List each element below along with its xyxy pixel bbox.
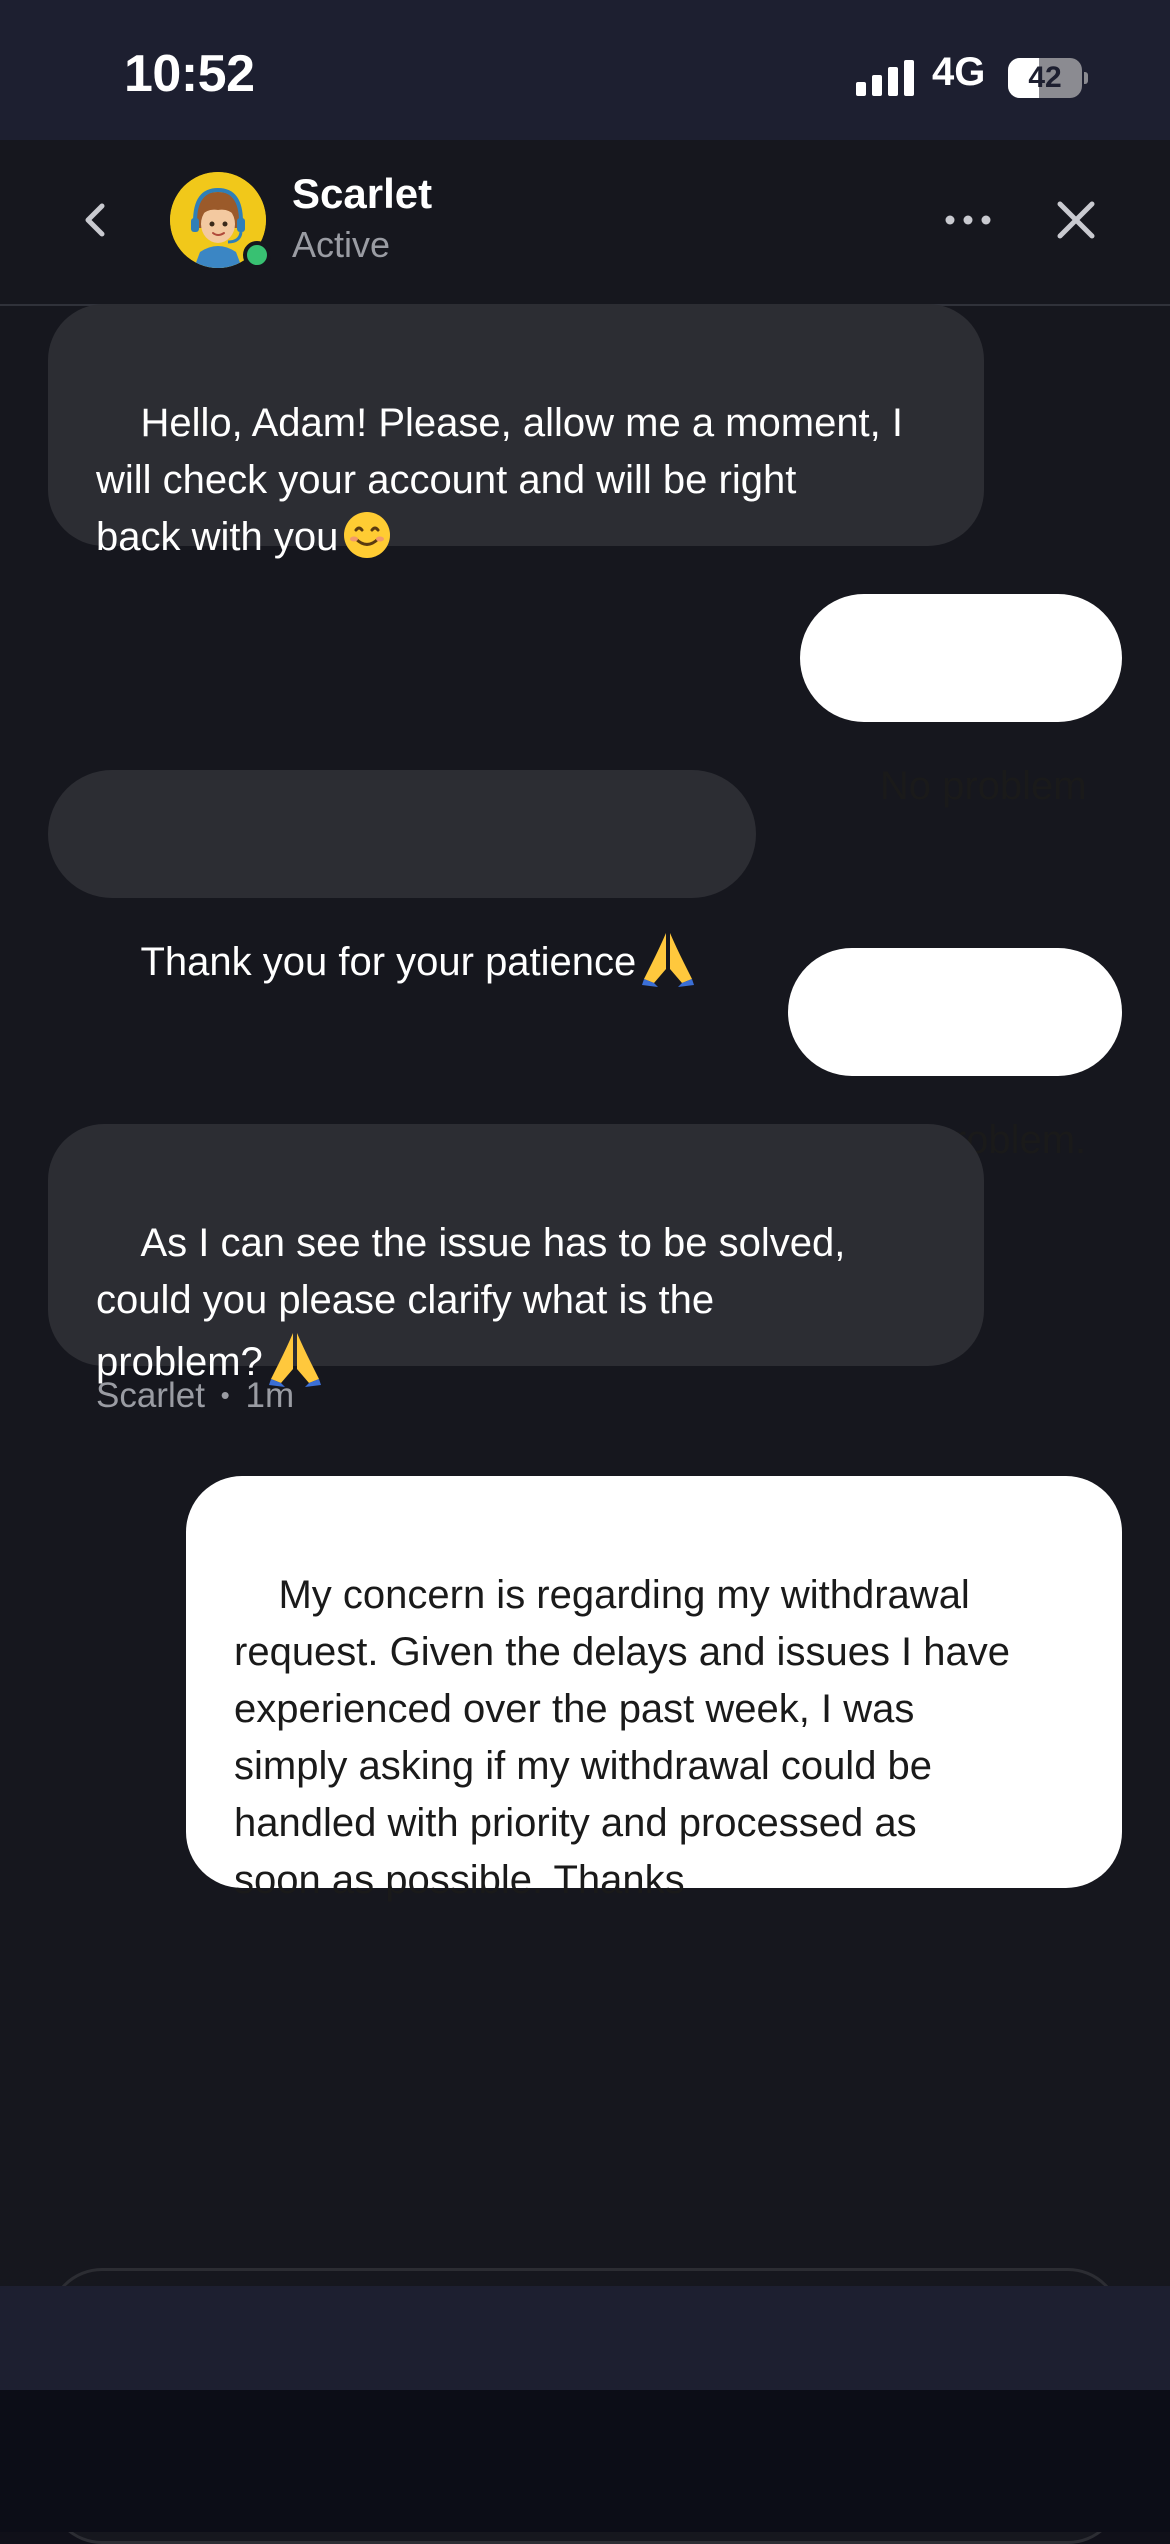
bottom-strip <box>0 2390 1170 2532</box>
status-bar: 10:52 4G 42 <box>0 0 1170 140</box>
meta-author: Scarlet <box>96 1376 205 1415</box>
user-message: No problem. <box>788 948 1122 1162</box>
user-message: My concern is regarding my withdrawal re… <box>186 1476 1122 1902</box>
close-icon[interactable] <box>1050 194 1102 246</box>
network-type: 4G <box>932 50 986 94</box>
smiling-face-emoji-icon <box>344 512 391 558</box>
message-text: Hello, Adam! Please, allow me a moment, … <box>96 401 904 559</box>
chevron-left-icon[interactable] <box>70 190 122 250</box>
agent-message: Thank you for your patience <box>48 770 756 987</box>
battery-icon: 42 <box>1008 58 1088 98</box>
ellipsis-icon[interactable] <box>940 198 996 242</box>
signal-icon <box>856 60 914 96</box>
message-text: My concern is regarding my withdrawal re… <box>234 1573 1011 1902</box>
chat-area[interactable]: Hello, Adam! Please, allow me a moment, … <box>0 304 1170 2544</box>
message-text: Thank you for your patience <box>140 940 637 984</box>
agent-message: As I can see the issue has to be solved,… <box>48 1124 984 1387</box>
online-status-dot <box>243 241 271 269</box>
meta-time: 1m <box>245 1376 295 1415</box>
user-message: No problem <box>800 594 1122 808</box>
bottom-bar <box>0 2286 1170 2390</box>
message-text: No problem <box>879 764 1087 808</box>
agent-name: Scarlet <box>292 170 433 217</box>
folded-hands-emoji-icon <box>642 933 695 987</box>
agent-status: Active <box>292 224 391 265</box>
status-time: 10:52 <box>124 45 255 103</box>
message-text: As I can see the issue has to be solved,… <box>96 1221 846 1384</box>
agent-message: Hello, Adam! Please, allow me a moment, … <box>48 304 984 559</box>
message-meta: Scarlet • 1m <box>96 1376 294 1416</box>
battery-percent: 42 <box>1028 61 1062 94</box>
chat-header: Scarlet Active <box>0 140 1170 306</box>
meta-separator: • <box>220 1380 230 1410</box>
